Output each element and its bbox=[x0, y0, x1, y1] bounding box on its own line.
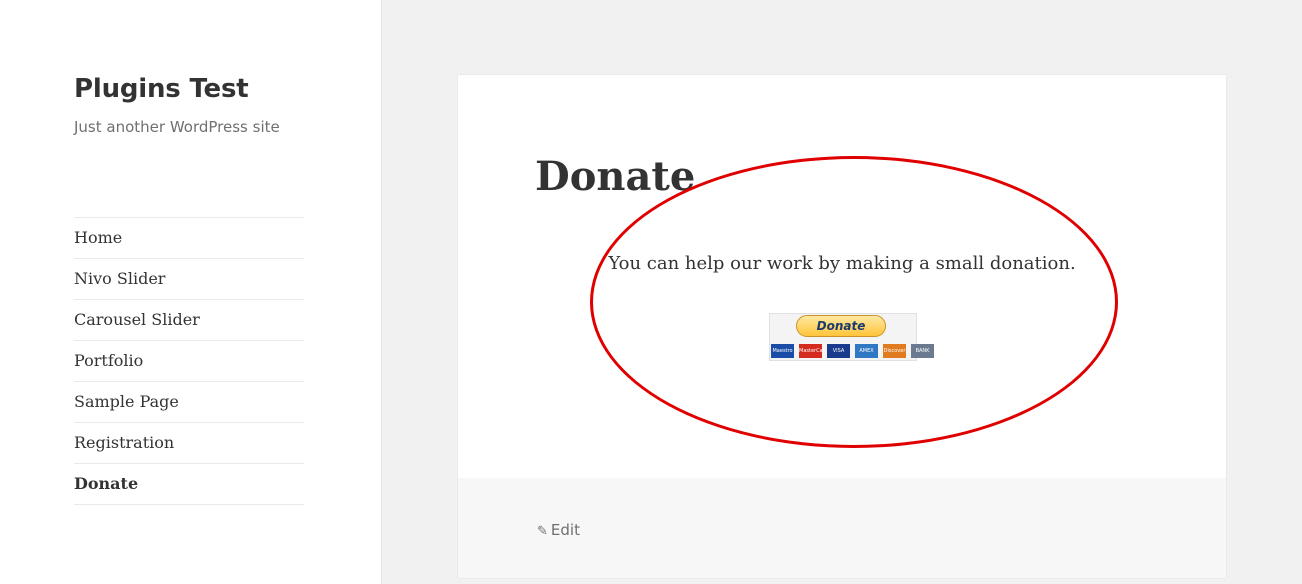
visa-card-icon: VISA bbox=[827, 344, 850, 358]
nav-item-sample-page[interactable]: Sample Page bbox=[74, 382, 304, 423]
donate-button-label: Donate bbox=[796, 315, 886, 337]
page-title: Donate bbox=[535, 153, 696, 200]
entry-footer: ✎ Edit bbox=[458, 478, 1226, 578]
nav-item-home[interactable]: Home bbox=[74, 218, 304, 259]
discover-card-icon: Discover bbox=[883, 344, 906, 358]
site-description: Just another WordPress site bbox=[74, 118, 280, 136]
nav-item-registration[interactable]: Registration bbox=[74, 423, 304, 464]
mastercard-card-icon: MasterCard bbox=[799, 344, 822, 358]
maestro-card-icon: Maestro bbox=[771, 344, 794, 358]
pencil-icon: ✎ bbox=[537, 524, 548, 539]
sidebar: Plugins Test Just another WordPress site… bbox=[0, 0, 382, 584]
nav-item-nivo-slider[interactable]: Nivo Slider bbox=[74, 259, 304, 300]
donation-message: You can help our work by making a small … bbox=[608, 253, 1076, 274]
edit-link[interactable]: ✎ Edit bbox=[537, 521, 580, 539]
page-article: Donate You can help our work by making a… bbox=[458, 75, 1226, 578]
nav-item-portfolio[interactable]: Portfolio bbox=[74, 341, 304, 382]
site-title[interactable]: Plugins Test bbox=[74, 74, 249, 104]
paypal-donate-button[interactable]: Donate Maestro MasterCard VISA AMEX Disc… bbox=[769, 313, 934, 361]
amex-card-icon: AMEX bbox=[855, 344, 878, 358]
payment-cards: Maestro MasterCard VISA AMEX Discover BA… bbox=[771, 344, 934, 358]
bank-card-icon: BANK bbox=[911, 344, 934, 358]
main-navigation: Home Nivo Slider Carousel Slider Portfol… bbox=[74, 217, 304, 505]
edit-label: Edit bbox=[550, 521, 580, 539]
nav-item-donate[interactable]: Donate bbox=[74, 464, 304, 505]
nav-item-carousel-slider[interactable]: Carousel Slider bbox=[74, 300, 304, 341]
